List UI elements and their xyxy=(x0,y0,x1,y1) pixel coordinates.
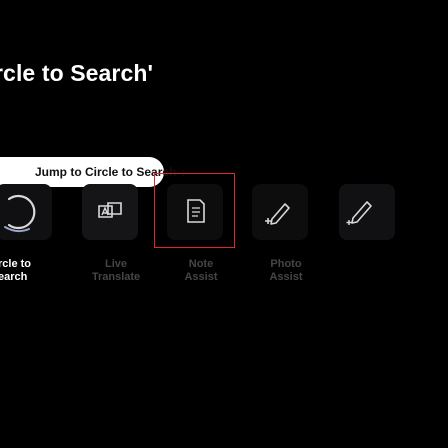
feature-tile-extra[interactable] xyxy=(339,184,395,240)
label-line-2: earch xyxy=(0,271,28,283)
label-line-1: Live xyxy=(104,258,127,270)
label-line-1: Photo xyxy=(270,258,302,270)
label-line-1: Note xyxy=(188,258,214,270)
jump-to-circle-to-search-button[interactable]: Jump to Circle to Search ↓ xyxy=(0,157,186,187)
feature-label-note-assist: Note Assist xyxy=(159,258,243,284)
translate-icon xyxy=(98,202,122,218)
feature-tile-circle-to-search[interactable] xyxy=(0,184,52,240)
feature-tile-live-translate[interactable] xyxy=(82,184,138,240)
page-title: rcle to Search' xyxy=(0,60,154,86)
selection-highlight xyxy=(154,173,235,248)
feature-tile-photo-assist[interactable] xyxy=(252,184,308,240)
label-line-1: rcle to xyxy=(0,258,32,270)
circle-to-search-icon xyxy=(4,194,36,233)
feature-label-photo-assist: Photo Assist xyxy=(244,258,328,284)
label-line-2: Assist xyxy=(269,271,303,283)
label-line-2: Translate xyxy=(91,271,141,283)
feature-label-live-translate: Live Translate xyxy=(74,258,158,284)
photo-assist-icon xyxy=(265,203,290,225)
label-line-2: Assist xyxy=(184,271,218,283)
sparkle-pen-icon xyxy=(346,201,372,225)
feature-label-circle-to-search: rcle to earch xyxy=(0,258,58,284)
